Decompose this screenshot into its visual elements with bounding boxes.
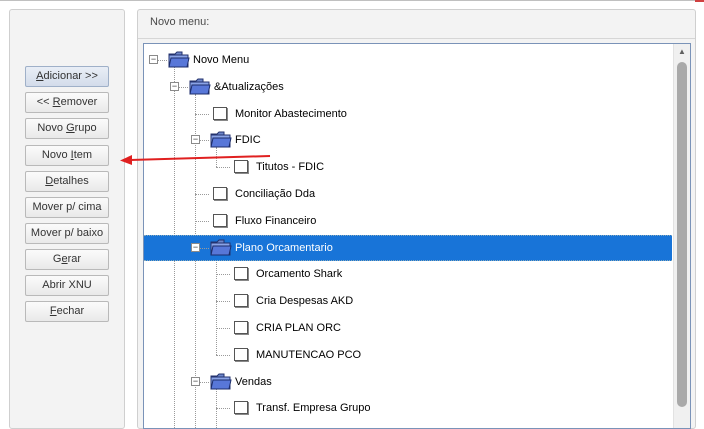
menu-item-icon [234, 321, 248, 334]
menu-item-icon [234, 294, 248, 308]
menu-item-icon [234, 401, 248, 415]
collapse-icon[interactable]: − [191, 376, 200, 386]
folder-icon [210, 131, 232, 148]
tree-node[interactable]: − Vendas [144, 369, 672, 395]
tree-node-label: Cria Despesas AKD [256, 295, 354, 308]
panel-divider [138, 38, 695, 39]
tree-node-label: Fluxo Financeiro [235, 214, 317, 227]
annotation-arrow [120, 155, 271, 165]
tree-node-label: Vendas [235, 375, 272, 388]
tree-node[interactable]: CRIA PLAN ORC [144, 315, 672, 341]
tree-node-label: Orcamento Shark [256, 268, 343, 281]
tree-node-label: Monitor Abastecimento [235, 107, 347, 120]
tree-node[interactable]: Cria Despesas AKD [144, 288, 672, 314]
tree-connector [216, 354, 230, 356]
tree-node-label: &Atualizações [214, 80, 284, 93]
menu-panel-title: Novo menu: [150, 16, 210, 28]
tree-node[interactable]: − Novo Menu [144, 47, 672, 73]
tree-node[interactable]: Monitor Abastecimento [144, 101, 672, 127]
tree-connector [216, 301, 230, 303]
collapse-icon[interactable]: − [149, 55, 158, 64]
tree-connector [216, 167, 230, 169]
tree-node[interactable]: − &Atualizações [144, 74, 672, 100]
tree-node[interactable]: Orcamento Shark [144, 261, 672, 287]
novo-item-button[interactable]: Novo Item [25, 145, 109, 166]
collapse-icon[interactable]: − [191, 135, 200, 145]
adicionar-button[interactable]: Adicionar >> [25, 66, 109, 87]
tree-connector [216, 274, 230, 276]
mover-p-baixo-button[interactable]: Mover p/ baixo [25, 223, 109, 244]
tree-node-label: FDIC [235, 134, 261, 147]
tree-node[interactable]: Fluxo Financeiro [144, 208, 672, 234]
tree-connector [195, 113, 209, 115]
mover-p-cima-button[interactable]: Mover p/ cima [25, 197, 109, 218]
fechar-button[interactable]: Fechar [25, 301, 109, 322]
scrollbar-thumb[interactable] [677, 62, 687, 407]
collapse-icon[interactable]: − [191, 242, 200, 252]
tree-node-label: CRIA PLAN ORC [256, 322, 341, 334]
tree-connector [216, 328, 230, 329]
tree-node-label: MANUTENCAO PCO [256, 348, 362, 361]
tree-node[interactable]: Transf. Empresa Grupo [144, 395, 672, 421]
tree-node[interactable]: − Plano Orcamentario [144, 234, 672, 261]
detalhes-button[interactable]: Detalhes [25, 171, 109, 192]
tree-connector [195, 194, 209, 195]
folder-icon [189, 78, 211, 95]
menu-item-icon [213, 187, 227, 200]
tree-node[interactable]: Conciliação Dda [144, 181, 672, 207]
tree-connector [195, 220, 209, 222]
tree-node[interactable]: MANUTENCAO PCO [144, 342, 672, 368]
remover-button[interactable]: << Remover [25, 92, 109, 113]
window-corner-accent [695, 0, 704, 2]
menu-item-icon [213, 213, 227, 227]
vertical-scrollbar[interactable]: ▲ [673, 44, 690, 428]
tree-node-label: Transf. Empresa Grupo [256, 402, 371, 415]
window-top-border [0, 0, 704, 1]
menu-item-icon [213, 106, 227, 120]
tree-node-label: Conciliação Dda [235, 188, 316, 200]
folder-icon [210, 373, 232, 390]
menu-tree[interactable]: − Novo Menu − &Atualizações Monitor Abasteci… [143, 43, 691, 429]
menu-item-icon [234, 347, 248, 361]
scroll-up-arrow-icon[interactable]: ▲ [674, 44, 690, 60]
folder-icon [168, 51, 190, 68]
novo-grupo-button[interactable]: Novo Grupo [25, 118, 109, 139]
abrir-xnu-button[interactable]: Abrir XNU [25, 275, 109, 296]
folder-icon [210, 239, 232, 256]
collapse-icon[interactable]: − [170, 81, 179, 91]
menu-item-icon [234, 267, 248, 281]
tree-node-label: Plano Orcamentario [235, 241, 333, 254]
tree-node-label: Novo Menu [193, 54, 250, 66]
gerar-button[interactable]: Gerar [25, 249, 109, 270]
tree-connector [216, 408, 230, 410]
